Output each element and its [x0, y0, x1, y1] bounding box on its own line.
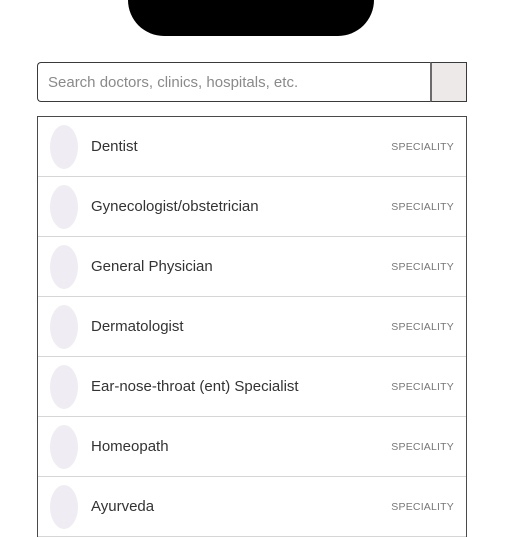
- result-label: Dentist: [91, 138, 138, 155]
- specialty-avatar: [50, 304, 78, 349]
- result-item-dentist[interactable]: Dentist SPECIALITY: [38, 117, 466, 177]
- result-type-label: SPECIALITY: [391, 500, 454, 513]
- result-label: Dermatologist: [91, 318, 184, 335]
- result-item-dermatologist[interactable]: Dermatologist SPECIALITY: [38, 297, 466, 357]
- result-item-ent-specialist[interactable]: Ear-nose-throat (ent) Specialist SPECIAL…: [38, 357, 466, 417]
- result-label: General Physician: [91, 258, 213, 275]
- specialty-avatar: [50, 364, 78, 409]
- specialty-avatar: [50, 124, 78, 169]
- result-type-label: SPECIALITY: [391, 380, 454, 393]
- result-type-label: SPECIALITY: [391, 200, 454, 213]
- search-button[interactable]: [430, 62, 467, 102]
- result-item-general-physician[interactable]: General Physician SPECIALITY: [38, 237, 466, 297]
- result-item-gynecologist[interactable]: Gynecologist/obstetrician SPECIALITY: [38, 177, 466, 237]
- result-type-label: SPECIALITY: [391, 440, 454, 453]
- device-notch: [128, 0, 374, 36]
- search-results-list: Dentist SPECIALITY Gynecologist/obstetri…: [37, 116, 467, 537]
- result-label: Gynecologist/obstetrician: [91, 198, 259, 215]
- page: Dentist SPECIALITY Gynecologist/obstetri…: [0, 0, 514, 537]
- specialty-avatar: [50, 184, 78, 229]
- search-bar: [37, 62, 467, 102]
- result-type-label: SPECIALITY: [391, 320, 454, 333]
- result-type-label: SPECIALITY: [391, 260, 454, 273]
- result-label: Ear-nose-throat (ent) Specialist: [91, 378, 299, 395]
- result-label: Ayurveda: [91, 498, 155, 515]
- search-input[interactable]: [37, 62, 430, 102]
- result-type-label: SPECIALITY: [391, 140, 454, 153]
- result-label: Homeopath: [91, 438, 169, 455]
- specialty-avatar: [50, 484, 78, 529]
- specialty-avatar: [50, 424, 78, 469]
- specialty-avatar: [50, 244, 78, 289]
- result-item-ayurveda[interactable]: Ayurveda SPECIALITY: [38, 477, 466, 537]
- result-item-homeopath[interactable]: Homeopath SPECIALITY: [38, 417, 466, 477]
